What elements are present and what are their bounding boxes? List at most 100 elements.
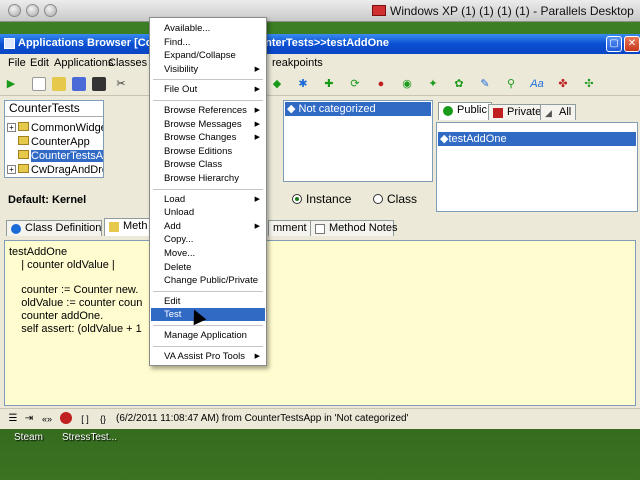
code-editor[interactable]: testAddOne | counter oldValue | counter … — [4, 240, 636, 406]
context-menu: Available... Find... Expand/Collapse Visibi… — [149, 17, 267, 366]
senders-icon[interactable]: ✿ — [452, 77, 466, 91]
menu-applications[interactable]: Applications — [54, 57, 113, 69]
menu-file[interactable]: File — [8, 57, 26, 69]
reload-icon[interactable]: ⟳ — [348, 77, 362, 91]
menu-item-label: VA Assist Pro Tools — [164, 350, 245, 362]
menu-item-find[interactable]: Find... — [151, 36, 265, 49]
menu-item-expand-collapse[interactable]: Expand/Collapse — [151, 49, 265, 62]
menubar: File Edit Applications Classes reakpoint… — [0, 54, 640, 72]
tree-item-countertestsapp[interactable]: CounterTestsApp — [18, 150, 103, 164]
tab-class-definition[interactable]: Class Definition — [6, 220, 102, 236]
host-zoom-button[interactable] — [44, 4, 57, 17]
menu-item-move[interactable]: Move... — [151, 247, 265, 260]
menu-item-browse-changes[interactable]: Browse Changes ▶ — [151, 131, 265, 144]
tree-item-commonwidgets[interactable]: +CommonWidgets — [7, 122, 103, 136]
submenu-arrow-icon: ▶ — [254, 120, 260, 128]
maximize-button[interactable]: ▢ — [606, 36, 622, 52]
tools-icon[interactable]: ✤ — [556, 77, 570, 91]
tab-method[interactable]: Meth — [104, 218, 154, 236]
menu-item-label: Browse Editions — [164, 145, 233, 157]
menu-item-label: File Out — [164, 84, 198, 96]
close-button[interactable]: ✕ — [624, 36, 640, 52]
inspect-icon[interactable]: ✦ — [426, 77, 440, 91]
menu-item-browse-references[interactable]: Browse References ▶ — [151, 104, 265, 117]
code-line: testAddOne — [9, 246, 68, 258]
menu-classes[interactable]: Classes — [108, 57, 147, 69]
new-icon[interactable] — [32, 77, 46, 91]
tree-item-cwdraganddrop[interactable]: +CwDragAndDrop — [7, 164, 103, 177]
menu-item-edit[interactable]: Edit — [151, 295, 265, 308]
categories-pane[interactable]: ◆ Not categorized — [283, 100, 433, 182]
run-icon[interactable]: ▶ — [4, 77, 18, 91]
tab-all[interactable]: ◢ All — [540, 104, 577, 120]
save-icon[interactable] — [72, 77, 86, 91]
host-minimize-button[interactable] — [26, 4, 39, 17]
menu-item-visibility[interactable]: Visibility ▶ — [151, 63, 265, 76]
tab-public[interactable]: Public — [438, 102, 492, 120]
expand-icon[interactable]: + — [7, 165, 16, 174]
refresh-icon[interactable]: ✚ — [322, 77, 336, 91]
tab-private[interactable]: Private — [488, 104, 547, 120]
menu-item-label: Browse Class — [164, 159, 223, 171]
stop-sign-icon[interactable] — [60, 412, 72, 424]
expand-icon[interactable]: + — [7, 123, 16, 132]
hierarchy-icon[interactable]: ✱ — [296, 77, 310, 91]
stop-icon[interactable]: ● — [374, 77, 388, 91]
radio-instance[interactable]: Instance — [292, 192, 351, 206]
menu-item-label: Browse References — [164, 105, 247, 116]
search-icon[interactable]: ⚲ — [504, 77, 518, 91]
browse-icon[interactable]: ◆ — [270, 77, 284, 91]
host-titlebar: Windows XP (1) (1) (1) (1) - Parallels D… — [0, 0, 640, 22]
print-icon[interactable] — [92, 77, 106, 91]
radio-class[interactable]: Class — [373, 192, 417, 206]
menu-item-test[interactable]: Test — [151, 308, 265, 322]
applications-browser-window: Applications Browser [Co… 11:07:41 AM)]:… — [0, 34, 640, 429]
applications-pane[interactable]: CounterTests +CommonWidgets CounterApp C… — [4, 100, 104, 178]
quote-button[interactable]: «» — [40, 412, 54, 426]
edit-icon[interactable]: ✎ — [478, 77, 492, 91]
menu-item-manage-application[interactable]: Manage Application — [151, 329, 265, 342]
tab-method-notes[interactable]: Method Notes — [310, 220, 397, 236]
menu-item-load[interactable]: Load ▶ — [151, 193, 265, 206]
menu-item-available[interactable]: Available... — [151, 22, 265, 35]
tree-item-counterapp[interactable]: CounterApp — [18, 136, 90, 150]
braces-button[interactable]: {} — [96, 412, 110, 426]
menu-item-label: Expand/Collapse — [164, 50, 236, 62]
menu-edit[interactable]: Edit — [30, 57, 49, 69]
menu-item-browse-class[interactable]: Browse Class — [151, 158, 265, 171]
menu-item-file-out[interactable]: File Out ▶ — [151, 83, 265, 96]
menu-item-label: Copy... — [164, 234, 194, 246]
indent-icon[interactable]: ⇥ — [22, 412, 36, 426]
tab-comment[interactable]: mment — [268, 220, 312, 236]
menu-item-copy[interactable]: Copy... — [151, 233, 265, 246]
desktop-icon-stresstest[interactable]: StressTest... — [62, 432, 117, 443]
list-icon[interactable]: ☰ — [6, 412, 20, 426]
method-icon — [109, 222, 119, 232]
menu-breakpoints[interactable]: reakpoints — [272, 57, 323, 69]
host-close-button[interactable] — [8, 4, 21, 17]
menu-separator — [153, 325, 263, 326]
category-not-categorized[interactable]: ◆ Not categorized — [285, 102, 431, 116]
menu-item-browse-messages[interactable]: Browse Messages ▶ — [151, 118, 265, 131]
menu-item-label: Browse Messages — [164, 118, 242, 130]
cut-icon[interactable]: ✂ — [114, 77, 128, 91]
methods-pane[interactable]: ◆testAddOne — [436, 122, 638, 212]
default-kernel-label: Default: Kernel — [8, 194, 87, 206]
menu-item-delete[interactable]: Delete — [151, 261, 265, 274]
app-titlebar: Applications Browser [Co… 11:07:41 AM)]:… — [0, 34, 640, 54]
menu-item-browse-editions[interactable]: Browse Editions — [151, 145, 265, 158]
open-icon[interactable] — [52, 77, 66, 91]
menu-item-browse-hierarchy[interactable]: Browse Hierarchy — [151, 172, 265, 185]
menu-item-change-public-private[interactable]: Change Public/Private — [151, 274, 265, 287]
settings-icon[interactable]: ✣ — [582, 77, 596, 91]
desktop-icon-steam[interactable]: Steam — [14, 432, 43, 443]
menu-item-label: Find... — [164, 36, 191, 48]
menu-item-va-assist-pro-tools[interactable]: VA Assist Pro Tools ▶ — [151, 350, 265, 363]
brackets-button[interactable]: [ ] — [78, 412, 92, 426]
visibility-tabs: Public Private ◢ All — [438, 102, 638, 122]
menu-item-add[interactable]: Add ▶ — [151, 220, 265, 233]
font-icon[interactable]: Aa — [530, 77, 544, 91]
method-testaddone[interactable]: ◆testAddOne — [438, 132, 636, 146]
debug-icon[interactable]: ◉ — [400, 77, 414, 91]
menu-item-unload[interactable]: Unload — [151, 206, 265, 219]
